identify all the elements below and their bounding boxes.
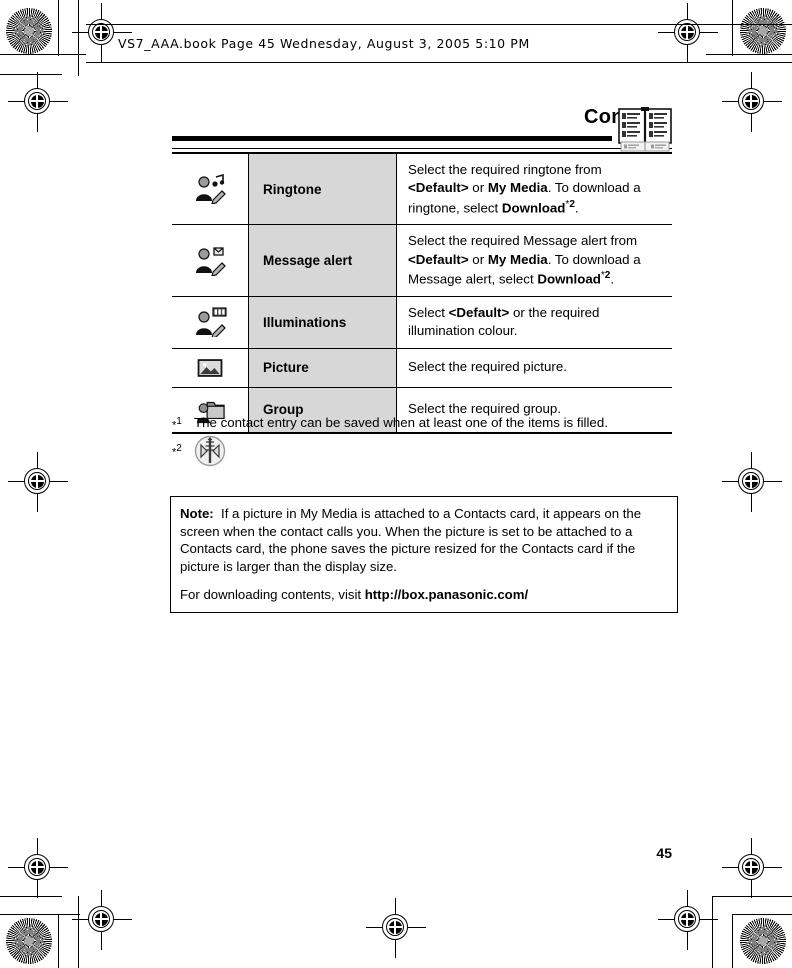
file-header-text: VS7_AAA.book Page 45 Wednesday, August 3…	[118, 36, 530, 51]
contact-illuminations-icon	[172, 299, 248, 345]
registration-cross-top-left	[72, 3, 132, 63]
footnote-2-content	[194, 435, 682, 467]
table-cell-description: Select <Default> or the required illumin…	[396, 295, 672, 349]
crop-line-bottom-right-v2	[732, 914, 734, 968]
contacts-settings-table: Ringtone Select the required ringtone fr…	[172, 152, 672, 434]
picture-icon	[172, 349, 248, 387]
note-box: Note: If a picture in My Media is attach…	[170, 496, 678, 614]
crop-line-bottom-right-h2	[732, 914, 792, 916]
table-row: Ringtone Select the required ringtone fr…	[172, 152, 672, 226]
footnote-2-marker: *2	[172, 441, 194, 459]
crop-line-top-left-v	[58, 0, 60, 56]
registration-cross-top-right	[658, 3, 718, 63]
open-book-icon	[617, 106, 673, 152]
chapter-rule-thin	[172, 148, 672, 149]
registration-cross-left-middle	[8, 452, 68, 512]
registration-star-top-left	[6, 8, 52, 54]
file-header-rule-bottom	[86, 62, 792, 64]
registration-cross-bottom-right	[658, 890, 718, 950]
table-cell-description: Select the required Message alert from <…	[396, 224, 672, 297]
table-cell-label: Message alert	[248, 224, 397, 297]
table-cell-label: Picture	[248, 347, 397, 388]
registration-cross-right-middle	[722, 452, 782, 512]
footnote-2-number: 2	[176, 442, 182, 454]
contact-message-alert-icon	[172, 238, 248, 284]
note-paragraph-2: For downloading contents, visit http://b…	[180, 586, 529, 602]
registration-star-bottom-right	[740, 918, 786, 964]
registration-cross-left-bottom	[8, 838, 68, 898]
table-cell-label: Illuminations	[248, 295, 397, 349]
table-cell-description: Select the required ringtone from <Defau…	[396, 152, 672, 226]
page-number: 45	[656, 845, 672, 861]
footnote-1-number: 1	[176, 416, 182, 427]
table-row: Picture Select the required picture.	[172, 347, 672, 388]
registration-cross-bottom-left	[72, 890, 132, 950]
table-cell-icon	[172, 224, 249, 297]
footnotes: *1 The contact entry can be saved when a…	[172, 414, 682, 476]
file-header-rule-top	[86, 24, 792, 26]
registration-cross-bottom-center	[366, 898, 426, 958]
crop-line-bottom-left-v2	[58, 914, 60, 968]
registration-star-bottom-left	[6, 918, 52, 964]
table-row: Illuminations Select <Default> or the re…	[172, 295, 672, 349]
footnote-1: *1 The contact entry can be saved when a…	[172, 414, 682, 432]
contact-ringtone-icon	[172, 166, 248, 212]
page-title: Contacts	[172, 106, 672, 129]
table-row: Message alert Select the required Messag…	[172, 224, 672, 297]
footnote-1-text: The contact entry can be saved when at l…	[194, 415, 608, 430]
crop-line-top-right-h	[706, 54, 792, 56]
document-page: VS7_AAA.book Page 45 Wednesday, August 3…	[0, 0, 792, 968]
crop-line-top-right-v	[732, 0, 734, 56]
note-paragraph-1: Note: If a picture in My Media is attach…	[180, 506, 642, 575]
registration-cross-left-top	[8, 72, 68, 132]
table-cell-icon	[172, 347, 249, 388]
registration-cross-right-top	[722, 72, 782, 132]
crop-line-bottom-left-h2	[0, 914, 80, 916]
table-cell-icon	[172, 152, 249, 226]
footnote-2: *2	[172, 435, 682, 467]
registration-star-top-right	[740, 8, 786, 54]
network-download-icon	[194, 435, 226, 467]
chapter-rule-thick	[172, 136, 612, 141]
table-cell-icon	[172, 295, 249, 349]
footnote-1-marker: *1	[172, 414, 194, 432]
registration-cross-right-bottom	[722, 838, 782, 898]
table-cell-description: Select the required picture.	[396, 347, 672, 388]
table-cell-label: Ringtone	[248, 152, 397, 226]
